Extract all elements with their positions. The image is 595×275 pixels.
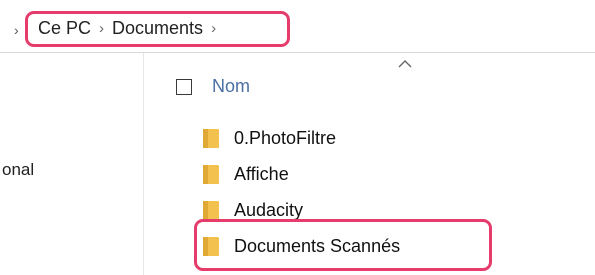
folder-icon: [203, 129, 219, 148]
address-highlight-box: [25, 11, 290, 47]
nav-item-label[interactable]: onal: [2, 160, 34, 180]
file-name: 0.PhotoFiltre: [234, 127, 337, 148]
list-item[interactable]: 0.PhotoFiltre: [200, 120, 595, 156]
folder-icon: [203, 201, 219, 220]
select-all-checkbox[interactable]: [176, 79, 192, 95]
file-name: Audacity: [234, 199, 304, 220]
navigation-pane: onal: [0, 53, 144, 275]
column-header-name[interactable]: Nom: [212, 76, 250, 97]
sort-ascending-icon[interactable]: [398, 59, 412, 69]
column-header-row: Nom: [144, 53, 595, 113]
file-name: Affiche: [234, 163, 289, 184]
list-item[interactable]: Affiche: [200, 156, 595, 192]
folder-icon: [203, 165, 219, 184]
chevron-right-icon: ›: [14, 22, 19, 38]
row-highlight-box: [194, 219, 492, 271]
address-bar[interactable]: › Ce PC › Documents ›: [0, 0, 595, 53]
